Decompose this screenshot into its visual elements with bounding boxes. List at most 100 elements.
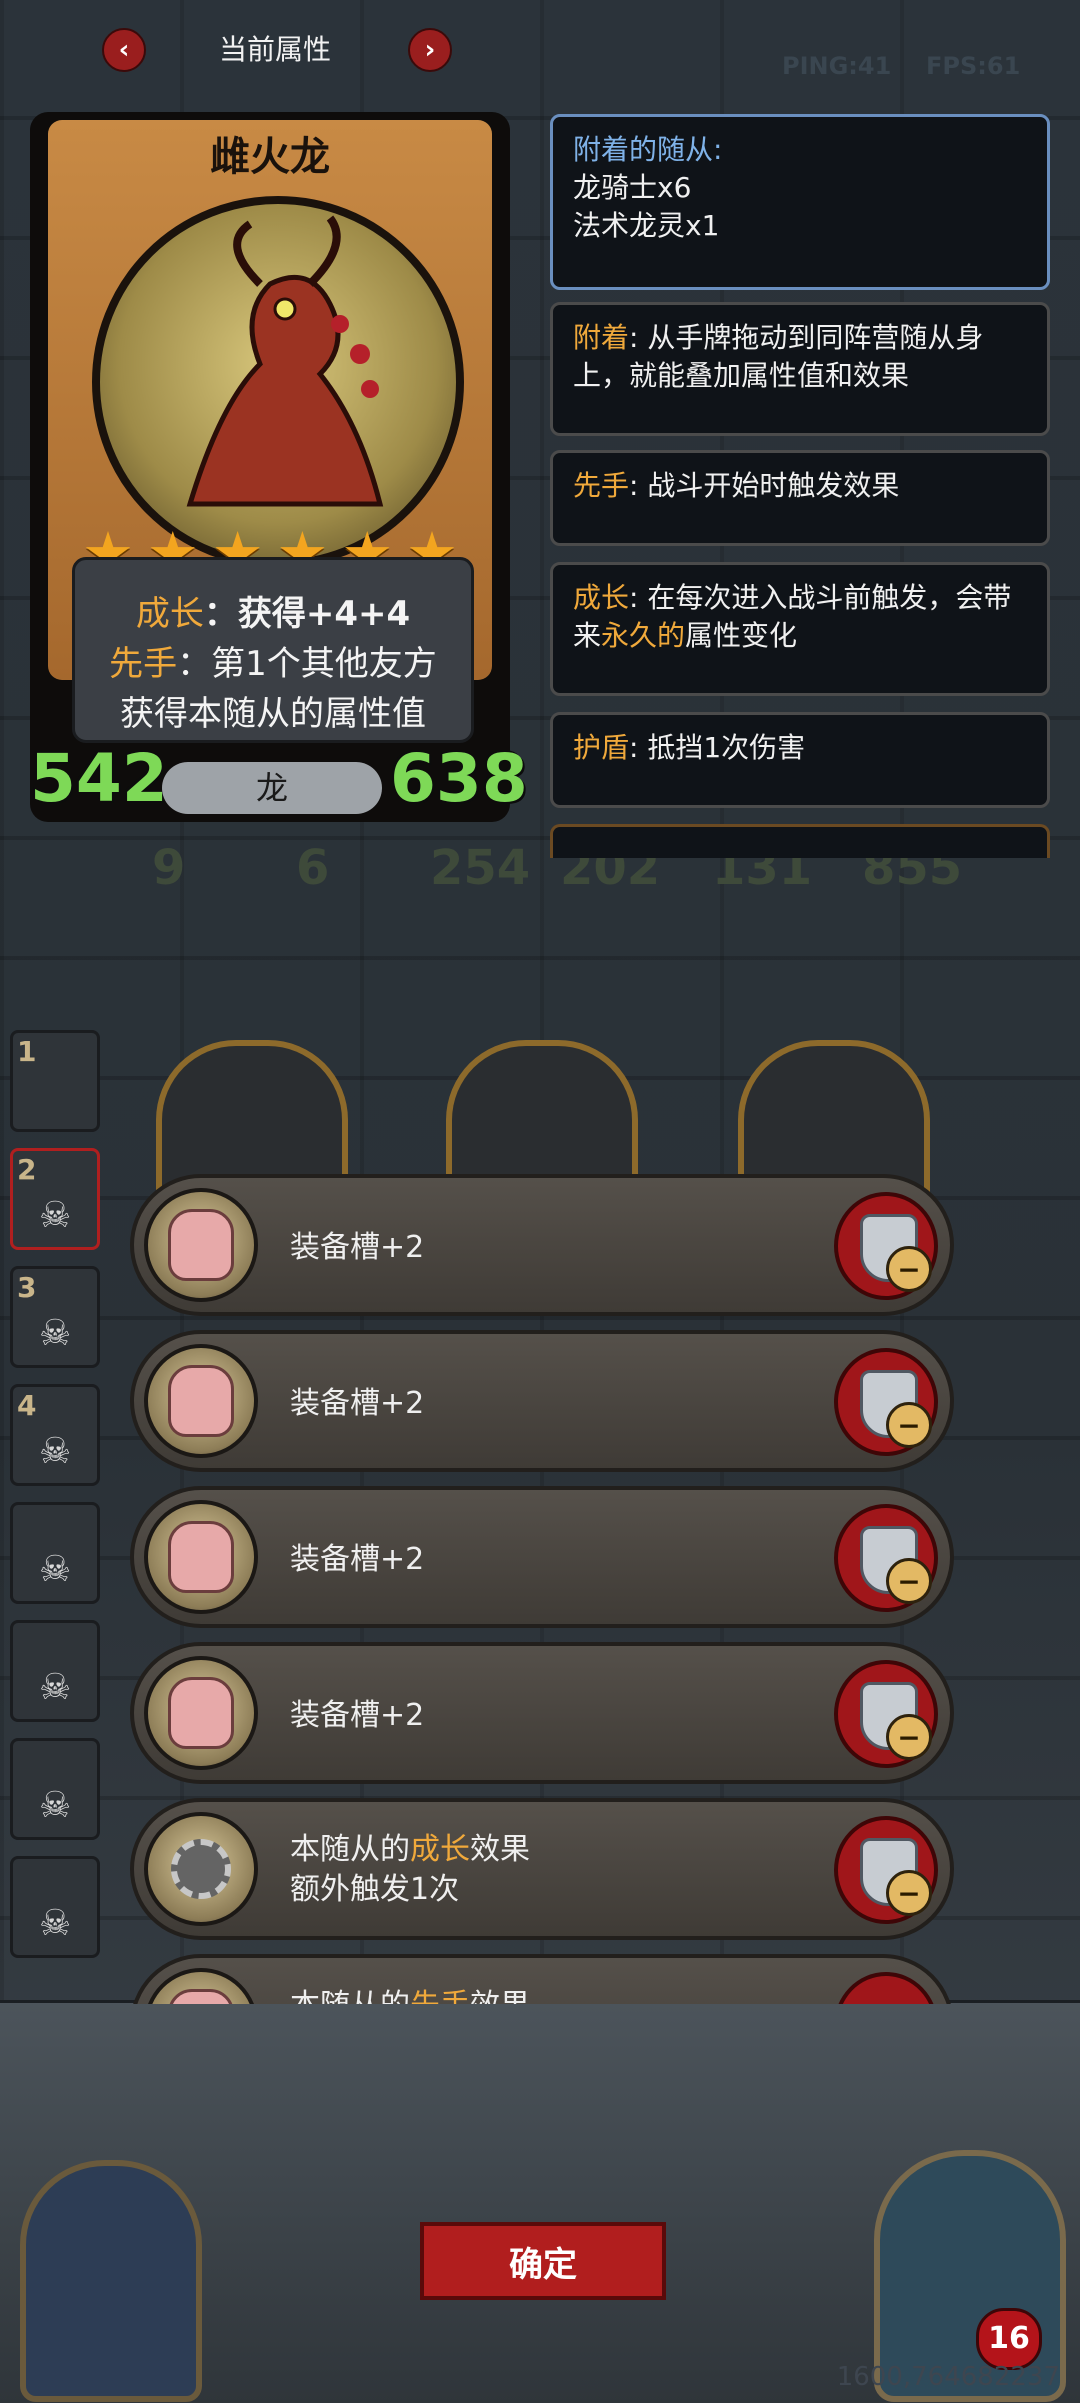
- pig-icon: [144, 1344, 258, 1458]
- chevron-right-icon: ›: [424, 35, 436, 65]
- keyword-panel-attach: 附着: 从手牌拖动到同阵营随从身上，就能叠加属性值和效果: [550, 302, 1050, 436]
- remove-equipment-button[interactable]: −: [834, 1816, 938, 1924]
- minus-icon: −: [886, 1246, 932, 1292]
- keyword-growth: 成长: [410, 1832, 470, 1867]
- pig-icon: [144, 1968, 258, 2004]
- desc-line-1: 成长：获得+4+4: [75, 586, 471, 635]
- gear-icon: [144, 1812, 258, 1926]
- remove-equipment-button[interactable]: −: [834, 1504, 938, 1612]
- skull-icon: ☠: [39, 1903, 72, 1944]
- remove-equipment-button[interactable]: −: [834, 1348, 938, 1456]
- page-title: 当前属性: [218, 33, 331, 66]
- minus-icon: −: [886, 1402, 932, 1448]
- pig-icon: [144, 1656, 258, 1770]
- desc-text: ：第1个其他友方: [177, 644, 437, 684]
- coordinates-readout: 1600,764682237: [836, 2362, 1060, 2392]
- equipment-label: 本随从的先手效果: [290, 1986, 530, 2004]
- minion-tab[interactable]: ☠: [10, 1856, 100, 1958]
- keyword-first: 先手: [410, 1988, 470, 2004]
- remove-equipment-button[interactable]: −: [834, 1660, 938, 1768]
- equipment-text: 本随从的: [290, 1988, 410, 2004]
- health-value: 638: [390, 740, 528, 817]
- board-left-atk: 9: [152, 840, 186, 896]
- board-left-hp: 6: [296, 840, 330, 896]
- keyword-growth: 成长: [573, 581, 630, 614]
- keyword-panel-shield: 护盾: 抵挡1次伤害: [550, 712, 1050, 808]
- minion-tab[interactable]: ☠: [10, 1502, 100, 1604]
- keyword-panel-growth: 成长: 在每次进入战斗前触发，会带来永久的属性变化: [550, 562, 1050, 696]
- equipment-label: 装备槽+2: [290, 1386, 425, 1421]
- equipment-label: 装备槽+2: [290, 1542, 425, 1577]
- equipment-text: 效果: [470, 1988, 530, 2004]
- chevron-left-icon: ‹: [118, 35, 130, 65]
- equipment-label: 装备槽+2: [290, 1230, 425, 1265]
- skull-icon: ☠: [39, 1195, 72, 1236]
- equipment-label-line2: 额外触发1次: [290, 1872, 460, 1907]
- keyword-first: 先手: [109, 644, 178, 684]
- board-slot[interactable]: [156, 1040, 348, 1196]
- pig-icon: [144, 1188, 258, 1302]
- keyword-desc: : 抵挡1次伤害: [629, 731, 806, 764]
- minion-tab[interactable]: 4 ☠: [10, 1384, 100, 1486]
- tab-number: 3: [17, 1271, 37, 1304]
- tab-number: 1: [17, 1035, 37, 1068]
- dragon-portrait-icon: [92, 196, 464, 568]
- equipment-item[interactable]: 装备槽+2 −: [130, 1330, 954, 1472]
- equipment-item[interactable]: 装备槽+2 −: [130, 1486, 954, 1628]
- minion-tab[interactable]: 3 ☠: [10, 1266, 100, 1368]
- board-slot[interactable]: [738, 1040, 930, 1196]
- equipment-item[interactable]: 本随从的成长效果 额外触发1次 −: [130, 1798, 954, 1940]
- next-arrow-button[interactable]: ›: [408, 28, 452, 72]
- confirm-button[interactable]: 确定: [420, 2222, 666, 2300]
- attached-item: 法术龙灵x1: [573, 209, 720, 242]
- hero-health-badge: 16: [976, 2308, 1042, 2370]
- equipment-label: 本随从的成长效果: [290, 1830, 530, 1870]
- card-description: 成长：获得+4+4 先手：第1个其他友方 获得本随从的属性值: [72, 557, 474, 743]
- board-mid-atk: 254: [430, 840, 531, 896]
- keyword-desc: 属性变化: [685, 619, 798, 652]
- minion-tab[interactable]: ☠: [10, 1620, 100, 1722]
- remove-equipment-button[interactable]: −: [834, 1192, 938, 1300]
- keyword-attach: 附着: [573, 321, 630, 354]
- equipment-item[interactable]: 本随从的先手效果: [130, 1954, 954, 2004]
- minion-tab[interactable]: ☠: [10, 1738, 100, 1840]
- skull-icon: ☠: [39, 1313, 72, 1354]
- keyword-panel-partial: [550, 824, 1050, 858]
- equipment-label: 装备槽+2: [290, 1698, 425, 1733]
- skull-icon: ☠: [39, 1549, 72, 1590]
- remove-equipment-button[interactable]: [834, 1972, 938, 2004]
- minion-card: 雌火龙 ★ ★ ★ ★ ★ ★ 成长：获得+4+4 先手：第1个其他友方 获得本…: [30, 112, 528, 822]
- desc-text: ：获得+4+4: [203, 594, 411, 634]
- attached-title: 附着的随从:: [573, 133, 723, 166]
- tab-number: 2: [17, 1153, 37, 1186]
- skull-icon: ☠: [39, 1431, 72, 1472]
- equipment-item[interactable]: 装备槽+2 −: [130, 1174, 954, 1316]
- keyword-desc: : 从手牌拖动到同阵营随从身上，就能叠加属性值和效果: [573, 321, 984, 392]
- keyword-growth: 成长: [135, 594, 204, 634]
- keyword-desc: : 战斗开始时触发效果: [629, 469, 900, 502]
- prev-arrow-button[interactable]: ‹: [102, 28, 146, 72]
- ping-label: PING:41: [782, 52, 892, 80]
- equipment-item[interactable]: 装备槽+2 −: [130, 1642, 954, 1784]
- attached-item: 龙骑士x6: [573, 171, 692, 204]
- minus-icon: −: [886, 1558, 932, 1604]
- fps-label: FPS:61: [926, 52, 1021, 80]
- skull-icon: ☠: [39, 1785, 72, 1826]
- skull-icon: ☠: [39, 1667, 72, 1708]
- tribe-label: 龙: [162, 762, 382, 814]
- list-clip: 本随从的先手效果: [0, 1954, 1080, 2004]
- keyword-shield: 护盾: [573, 731, 630, 764]
- minus-icon: −: [886, 1870, 932, 1916]
- minion-tab[interactable]: 1: [10, 1030, 100, 1132]
- card-name: 雌火龙: [210, 134, 330, 180]
- tab-number: 4: [17, 1389, 37, 1422]
- keyword-first: 先手: [573, 469, 630, 502]
- keyword-panel-first: 先手: 战斗开始时触发效果: [550, 450, 1050, 546]
- minion-tab-selected[interactable]: 2 ☠: [10, 1148, 100, 1250]
- attack-value: 542: [30, 740, 168, 817]
- attached-minions-panel: 附着的随从: 龙骑士x6 法术龙灵x1: [550, 114, 1050, 290]
- pig-icon: [144, 1500, 258, 1614]
- keyword-permanent: 永久的: [601, 619, 686, 652]
- board-slot[interactable]: [446, 1040, 638, 1196]
- hero-left-portrait[interactable]: [20, 2160, 202, 2402]
